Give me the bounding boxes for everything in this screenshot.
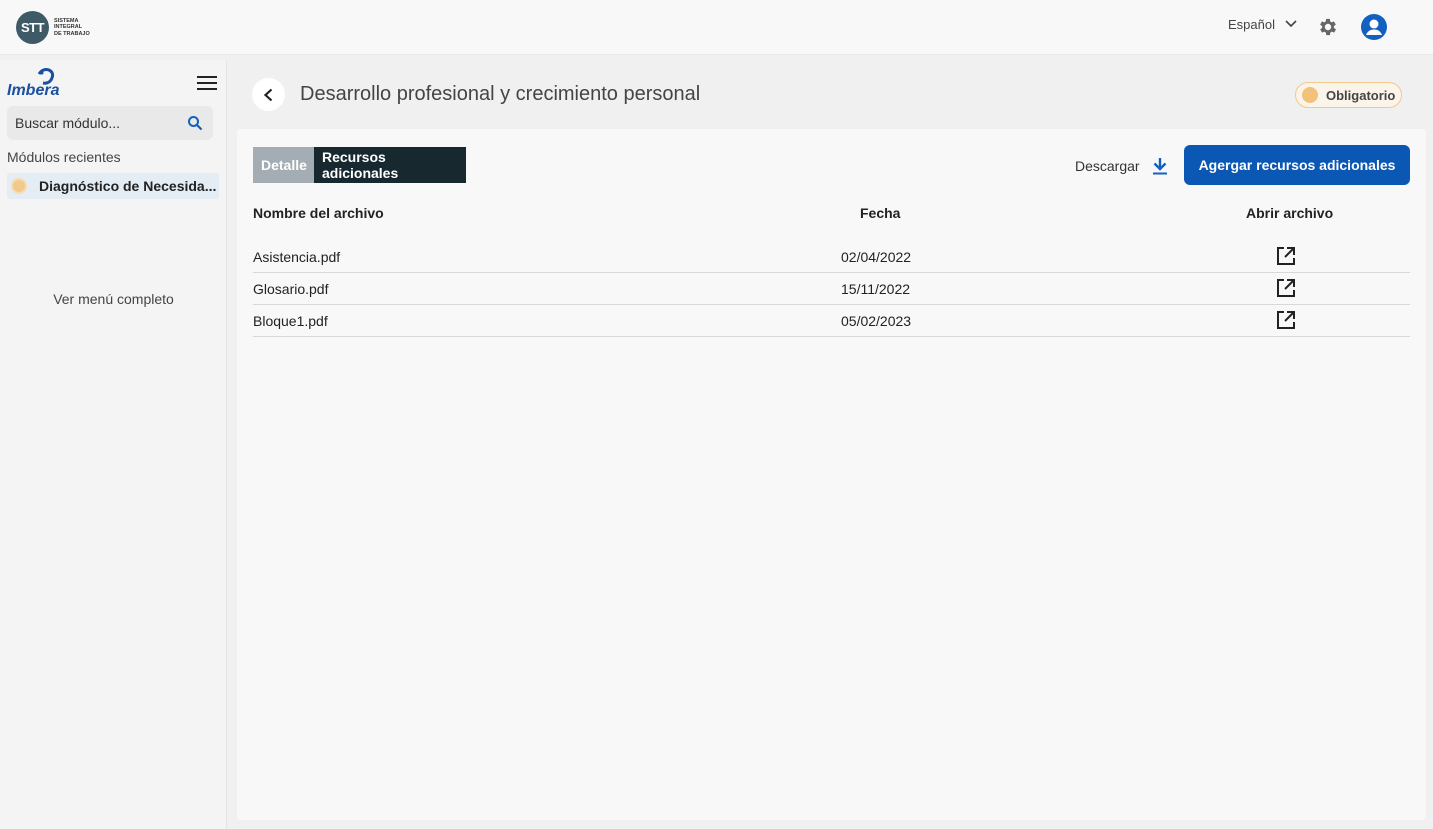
page-title: Desarrollo profesional y crecimiento per… bbox=[300, 83, 701, 105]
brand-name: Imbera bbox=[7, 82, 60, 99]
module-search-input[interactable]: Buscar módulo... bbox=[7, 106, 213, 140]
sidebar: Imbera Buscar módulo... Módulos reciente… bbox=[0, 60, 227, 829]
language-label: Español bbox=[1228, 16, 1275, 32]
recent-modules-heading: Módulos recientes bbox=[7, 149, 121, 165]
full-menu-link[interactable]: Ver menú completo bbox=[0, 291, 227, 307]
content-card: Detalle Recursos adicionales Descargar A… bbox=[237, 129, 1426, 820]
open-in-new-icon[interactable] bbox=[1275, 245, 1297, 267]
recent-module-item[interactable]: Diagnóstico de Necesida... bbox=[7, 173, 219, 199]
top-bar: STT SISTEMA INTEGRAL DE TRABAJO Español bbox=[0, 0, 1433, 55]
language-selector[interactable]: Español bbox=[1228, 16, 1299, 32]
column-header-filename: Nombre del archivo bbox=[253, 205, 384, 221]
gear-icon[interactable] bbox=[1317, 16, 1339, 38]
tab-detail[interactable]: Detalle bbox=[253, 147, 314, 183]
hamburger-menu-icon[interactable] bbox=[197, 76, 217, 90]
user-avatar-icon[interactable] bbox=[1361, 14, 1387, 40]
table-row: Glosario.pdf 15/11/2022 bbox=[253, 273, 1410, 305]
open-in-new-icon[interactable] bbox=[1275, 309, 1297, 331]
table-row: Asistencia.pdf 02/04/2022 bbox=[253, 241, 1410, 273]
download-label: Descargar bbox=[1075, 158, 1140, 174]
open-in-new-icon[interactable] bbox=[1275, 277, 1297, 299]
column-header-open: Abrir archivo bbox=[1246, 205, 1334, 221]
chevron-left-icon bbox=[263, 88, 272, 101]
person-icon bbox=[1366, 19, 1382, 35]
search-placeholder: Buscar módulo... bbox=[15, 115, 121, 131]
file-date: 15/11/2022 bbox=[841, 281, 911, 297]
logo-caption: SISTEMA INTEGRAL DE TRABAJO bbox=[54, 18, 90, 37]
recent-module-label: Diagnóstico de Necesida... bbox=[39, 178, 217, 194]
download-icon bbox=[1152, 158, 1167, 175]
file-name: Bloque1.pdf bbox=[253, 313, 328, 329]
file-date: 05/02/2023 bbox=[841, 313, 912, 329]
file-name: Asistencia.pdf bbox=[253, 249, 341, 265]
back-button[interactable] bbox=[252, 78, 285, 111]
brand-logo: Imbera bbox=[7, 68, 67, 102]
module-status-icon bbox=[11, 178, 27, 194]
badge-dot-icon bbox=[1302, 87, 1318, 103]
add-resources-button[interactable]: Agergar recursos adicionales bbox=[1184, 145, 1410, 185]
chevron-down-icon bbox=[1285, 20, 1297, 28]
search-icon[interactable] bbox=[187, 115, 203, 131]
column-header-date: Fecha bbox=[860, 205, 901, 221]
app-logo[interactable]: STT SISTEMA INTEGRAL DE TRABAJO bbox=[16, 11, 94, 44]
badge-label: Obligatorio bbox=[1326, 87, 1396, 103]
table-row: Bloque1.pdf 05/02/2023 bbox=[253, 305, 1410, 337]
file-name: Glosario.pdf bbox=[253, 281, 329, 297]
download-button[interactable]: Descargar bbox=[1075, 157, 1168, 175]
tab-additional-resources[interactable]: Recursos adicionales bbox=[314, 147, 466, 183]
status-badge: Obligatorio bbox=[1295, 82, 1402, 108]
logo-mark: STT bbox=[16, 11, 49, 44]
file-date: 02/04/2022 bbox=[841, 249, 912, 265]
